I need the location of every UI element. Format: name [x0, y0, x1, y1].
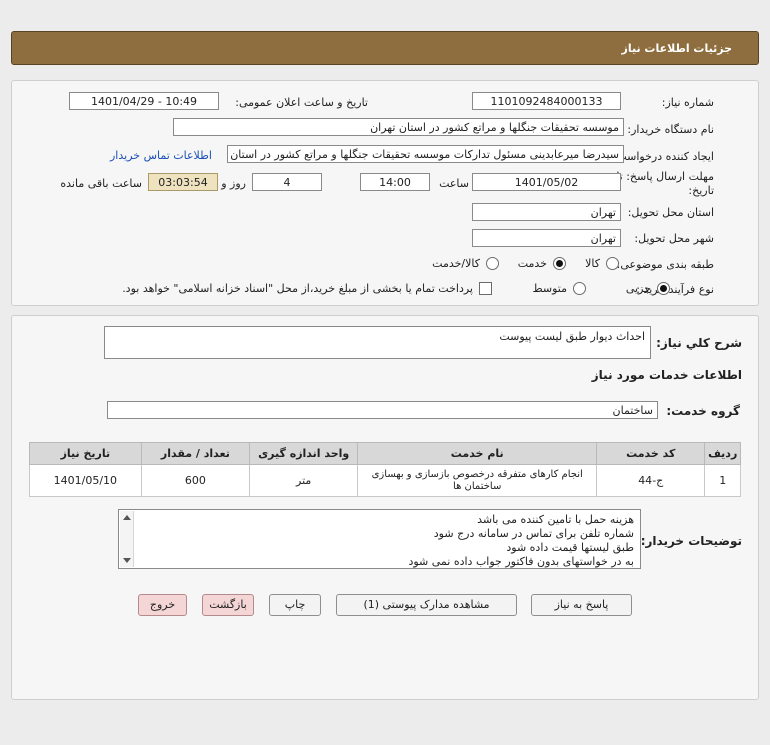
col-header-service-code: کد خدمت — [596, 442, 706, 465]
table-row: 1 ج-44 انجام کارهای متفرقه درخصوص بازساز… — [29, 464, 741, 497]
col-header-quantity: تعداد / مقدار — [140, 442, 251, 465]
table-header-row: ردیف کد خدمت نام خدمت واحد اندازه گیری ت… — [29, 442, 741, 465]
delivery-city-field[interactable]: تهران — [472, 229, 621, 247]
category-goods-label: کالا — [585, 257, 600, 270]
services-info-heading: اطلاعات خدمات مورد نیاز — [591, 368, 742, 382]
need-details-panel — [11, 80, 759, 306]
category-radio-goods-service[interactable] — [486, 257, 499, 270]
category-label: طبقه بندی موضوعی: — [616, 258, 714, 271]
delivery-province-field[interactable]: تهران — [472, 203, 621, 221]
deadline-label-line1: مهلت ارسال پاسخ: تا — [616, 170, 714, 183]
notes-scrollbar[interactable] — [120, 511, 134, 567]
page-header: جزئیات اطلاعات نیاز — [11, 31, 759, 65]
cell-unit: متر — [249, 464, 359, 497]
back-button[interactable]: بازگشت — [202, 594, 254, 616]
delivery-province-label: استان محل تحویل: — [627, 206, 714, 219]
category-radio-goods[interactable] — [606, 257, 619, 270]
col-header-service-name: نام خدمت — [357, 442, 598, 465]
col-header-row-num: ردیف — [704, 442, 741, 465]
need-number-field[interactable]: 1101092484000133 — [472, 92, 621, 110]
remaining-label: ساعت باقی مانده — [60, 177, 142, 190]
requester-label: ایجاد کننده درخواست: — [612, 150, 714, 163]
process-radio-minor[interactable] — [657, 282, 670, 295]
announce-datetime-label: تاریخ و ساعت اعلان عمومی: — [235, 96, 368, 109]
delivery-city-label: شهر محل تحویل: — [634, 232, 714, 245]
days-field[interactable]: 4 — [252, 173, 322, 191]
buyer-notes-label: توضیحات خریدار: — [640, 534, 742, 548]
general-desc-label: شرح کلي نياز: — [656, 336, 742, 350]
process-medium-label: متوسط — [532, 282, 567, 295]
buyer-org-label: نام دستگاه خریدار: — [627, 123, 714, 136]
announce-datetime-field[interactable]: 1401/04/29 - 10:49 — [69, 92, 219, 110]
col-header-need-date: تاریخ نیاز — [29, 442, 142, 465]
days-and-label: روز و — [221, 177, 246, 190]
deadline-time-field[interactable]: 14:00 — [360, 173, 430, 191]
treasury-payment-note: پرداخت تمام یا بخشی از مبلغ خرید،از محل … — [122, 282, 473, 295]
general-desc-field[interactable]: احداث دیوار طبق لیست پیوست — [104, 326, 651, 359]
services-table: ردیف کد خدمت نام خدمت واحد اندازه گیری ت… — [29, 442, 741, 497]
exit-button[interactable]: خروج — [138, 594, 187, 616]
deadline-date-field[interactable]: 1401/05/02 — [472, 173, 621, 191]
buyer-notes-textarea[interactable]: هزینه حمل با تامین کننده می باشد شماره ت… — [118, 509, 641, 569]
category-service-label: خدمت — [517, 257, 547, 270]
cell-service-name: انجام کارهای متفرقه درخصوص بازسازی و بهس… — [357, 464, 598, 497]
notes-line: طبق لیستها قیمت داده شود — [506, 541, 634, 554]
category-radio-service[interactable] — [553, 257, 566, 270]
notes-line: به در خواستهای بدون فاکتور جواب داده نمی… — [408, 555, 634, 568]
process-radio-medium[interactable] — [573, 282, 586, 295]
remaining-time-field: 03:03:54 — [148, 173, 218, 191]
scroll-up-icon[interactable] — [123, 515, 131, 520]
cell-need-date: 1401/05/10 — [29, 464, 142, 497]
attachments-button[interactable]: مشاهده مدارک پیوستی (1) — [336, 594, 517, 616]
deadline-label-line2: تاریخ: — [688, 184, 714, 197]
buyer-contact-link[interactable]: اطلاعات تماس خریدار — [110, 149, 212, 162]
col-header-unit: واحد اندازه گیری — [249, 442, 359, 465]
page-title: جزئیات اطلاعات نیاز — [621, 42, 733, 55]
deadline-time-label: ساعت — [439, 177, 469, 190]
service-group-label: گروه خدمت: — [666, 404, 740, 418]
cell-row-num: 1 — [704, 464, 741, 497]
cell-service-code: ج-44 — [596, 464, 706, 497]
process-minor-label: جزیی — [625, 282, 651, 295]
requester-field[interactable]: سیدرضا میرعابدینی مسئول تدارکات موسسه تح… — [227, 145, 624, 163]
notes-line: هزینه حمل با تامین کننده می باشد — [477, 513, 634, 526]
reply-button[interactable]: پاسخ به نیاز — [531, 594, 632, 616]
treasury-payment-checkbox[interactable] — [479, 282, 492, 295]
buyer-org-field[interactable]: موسسه تحقیقات جنگلها و مراتع کشور در است… — [173, 118, 624, 136]
category-goods-service-label: کالا/خدمت — [432, 257, 480, 270]
need-number-label: شماره نیاز: — [661, 96, 714, 109]
service-group-field[interactable]: ساختمان — [107, 401, 658, 419]
scroll-down-icon[interactable] — [123, 558, 131, 563]
notes-line: شماره تلفن برای تماس در سامانه درج شود — [433, 527, 634, 540]
cell-quantity: 600 — [140, 464, 251, 497]
print-button[interactable]: چاپ — [269, 594, 321, 616]
